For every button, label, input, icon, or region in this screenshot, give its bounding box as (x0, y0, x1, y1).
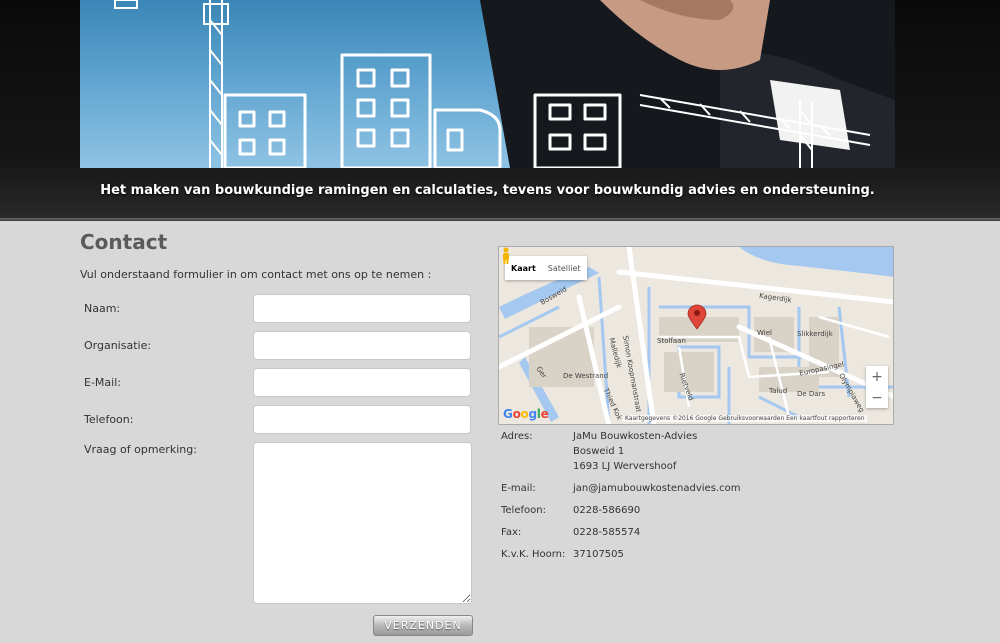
email-value[interactable]: jan@jamubouwkostenadvies.com (573, 483, 740, 494)
banner-tagline: Het maken van bouwkundige ramingen en ca… (100, 182, 875, 198)
hero-sketch-illustration (114, 0, 895, 168)
email-field[interactable] (253, 368, 471, 397)
kvk-label: K.v.K. Hoorn: (501, 549, 566, 560)
page-title: Contact (80, 230, 168, 254)
fax-value: 0228-585574 (573, 527, 641, 538)
phone-label: Telefoon: (84, 413, 134, 426)
address-street: Bosweid 1 (573, 446, 625, 457)
google-logo: Google (503, 407, 549, 421)
name-field[interactable] (253, 294, 471, 323)
phone-value: 0228-586690 (573, 505, 641, 516)
pegman-icon[interactable] (499, 247, 513, 265)
map-type-satellite-tab[interactable]: Satelliet (542, 256, 587, 280)
intro-text: Vul onderstaand formulier in om contact … (80, 268, 432, 281)
hero-image (80, 0, 895, 168)
google-map[interactable]: Kaart Satelliet Kagerdijk Simon Koopmans… (498, 246, 894, 425)
map-label-talud: Talud (769, 387, 788, 395)
kvk-value: 37107505 (573, 549, 624, 560)
address-label: Adres: (501, 431, 533, 442)
map-label-wiel: Wiel (757, 329, 772, 337)
message-field[interactable] (253, 442, 472, 604)
address-city: 1693 LJ Wervershoof (573, 461, 677, 472)
map-label-westrand: De Westrand (563, 372, 609, 380)
map-type-control: Kaart Satelliet (505, 256, 587, 280)
map-label-slikkerdijk: Slikkerdijk (797, 330, 833, 338)
header-divider (0, 218, 1000, 221)
fax-label: Fax: (501, 527, 522, 538)
organization-label: Organisatie: (84, 339, 152, 352)
organization-field[interactable] (253, 331, 471, 360)
zoom-out-button[interactable]: − (866, 387, 888, 408)
name-label: Naam: (84, 302, 121, 315)
submit-button[interactable]: VERZENDEN (373, 615, 473, 636)
map-attribution[interactable]: Kaartgegevens ©2016 Google Gebruiksvoorw… (623, 415, 867, 422)
zoom-control: + − (866, 366, 888, 408)
message-label: Vraag of opmerking: (84, 443, 197, 456)
map-label-dars: De Dars (797, 390, 826, 398)
email-info-label: E-mail: (501, 483, 536, 494)
map-label-stolfaan: Stolfaan (657, 337, 686, 345)
email-label: E-Mail: (84, 376, 121, 389)
phone-field[interactable] (253, 405, 471, 434)
phone-info-label: Telefoon: (501, 505, 546, 516)
company-name: JaMu Bouwkosten-Advies (573, 431, 698, 442)
zoom-in-button[interactable]: + (866, 366, 888, 387)
